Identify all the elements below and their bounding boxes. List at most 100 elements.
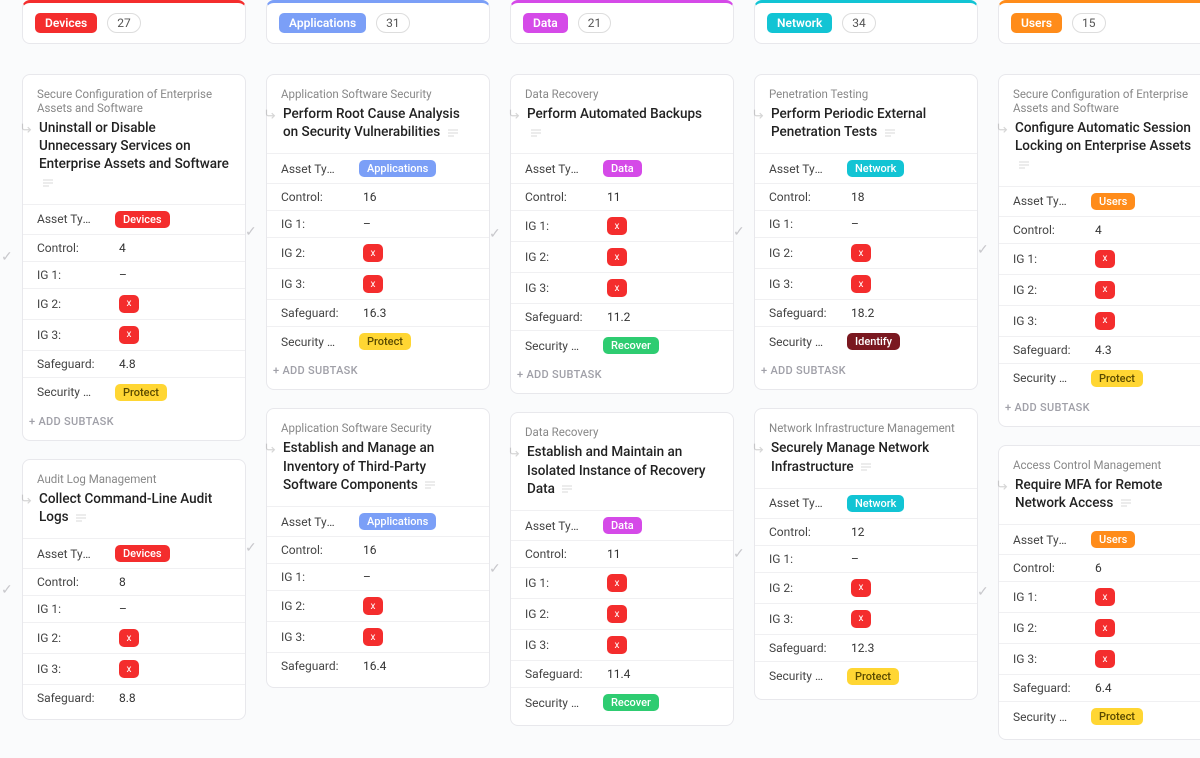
- field-label: Safeguard:: [525, 310, 585, 324]
- field-label: Safeguard:: [769, 306, 829, 320]
- ig-value: –: [103, 602, 127, 616]
- card-field: Control:16: [267, 536, 489, 563]
- column-header[interactable]: Devices27: [22, 0, 246, 44]
- column-badge: Data: [523, 13, 568, 33]
- card-title[interactable]: Establish and Maintain an Isolated Insta…: [527, 443, 719, 498]
- card-field: Control:6: [999, 554, 1200, 581]
- card-field: Safeguard:12.3: [755, 634, 977, 661]
- card-field: IG 2:x: [755, 572, 977, 603]
- task-card[interactable]: ✓Data RecoveryPerform Automated Backups …: [510, 74, 734, 394]
- field-label: Asset Type:: [1013, 194, 1073, 208]
- check-icon[interactable]: ✓: [489, 226, 501, 242]
- check-icon[interactable]: ✓: [245, 540, 257, 556]
- field-label: Security Fu...: [1013, 710, 1073, 724]
- subtask-icon: [263, 441, 277, 455]
- card-field: Control:8: [23, 568, 245, 595]
- card-title[interactable]: Establish and Manage an Inventory of Thi…: [283, 439, 475, 494]
- column-header[interactable]: Data21: [510, 0, 734, 44]
- field-label: IG 1:: [769, 552, 829, 566]
- card-field: Asset Type:Network: [755, 153, 977, 183]
- description-icon: [562, 485, 572, 493]
- field-value: 4.8: [103, 357, 136, 371]
- field-label: Asset Type:: [769, 496, 829, 510]
- field-label: Safeguard:: [281, 306, 341, 320]
- field-label: Control:: [769, 190, 829, 204]
- tag-pill: Protect: [359, 333, 411, 350]
- check-icon[interactable]: ✓: [245, 224, 257, 240]
- task-card[interactable]: ✓Network Infrastructure ManagementSecure…: [754, 408, 978, 699]
- card-title[interactable]: Perform Periodic External Penetration Te…: [771, 105, 963, 141]
- ig-x-chip: x: [363, 244, 383, 262]
- card-title[interactable]: Perform Root Cause Analysis on Security …: [283, 105, 475, 141]
- task-card[interactable]: ✓Application Software SecurityEstablish …: [266, 408, 490, 688]
- task-card[interactable]: ✓Application Software SecurityPerform Ro…: [266, 74, 490, 390]
- field-value: 6.4: [1079, 681, 1112, 695]
- field-value: 8.8: [103, 691, 136, 705]
- subtask-icon: [995, 121, 1009, 135]
- board-column: Users15 ✓Secure Configuration of Enterpri…: [998, 0, 1200, 758]
- ig-value: –: [835, 552, 859, 566]
- add-subtask-button[interactable]: + ADD SUBTASK: [1003, 393, 1200, 418]
- check-icon[interactable]: ✓: [489, 561, 501, 577]
- task-card[interactable]: ✓Data RecoveryEstablish and Maintain an …: [510, 412, 734, 726]
- card-title[interactable]: Perform Automated Backups: [527, 105, 719, 141]
- ig-x-chip: x: [119, 326, 139, 344]
- column-header[interactable]: Network34: [754, 0, 978, 44]
- field-label: IG 3:: [37, 662, 97, 676]
- field-label: IG 2:: [281, 246, 341, 260]
- card-category: Application Software Security: [281, 421, 475, 435]
- card-field: Safeguard:4.3: [999, 336, 1200, 363]
- card-title[interactable]: Uninstall or Disable Unnecessary Service…: [39, 119, 231, 192]
- add-subtask-button[interactable]: + ADD SUBTASK: [759, 356, 963, 381]
- field-label: Security Fu...: [37, 385, 97, 399]
- field-label: Asset Type:: [525, 162, 585, 176]
- field-value: 8: [103, 575, 126, 589]
- card-title[interactable]: Securely Manage Network Infrastructure: [771, 439, 963, 475]
- field-value: 16.3: [347, 306, 386, 320]
- board-column: Network34 ✓Penetration TestingPerform Per…: [754, 0, 978, 758]
- ig-x-chip: x: [1095, 619, 1115, 637]
- field-label: IG 3:: [525, 281, 585, 295]
- description-icon: [425, 481, 435, 489]
- field-label: IG 2:: [769, 581, 829, 595]
- card-field: IG 3: x: [23, 653, 245, 684]
- column-header[interactable]: Applications31: [266, 0, 490, 44]
- field-label: Asset Type:: [769, 162, 829, 176]
- field-value: 16: [347, 190, 377, 204]
- ig-value: –: [835, 217, 859, 231]
- check-icon[interactable]: ✓: [977, 242, 989, 258]
- task-card[interactable]: ✓Secure Configuration of Enterprise Asse…: [998, 74, 1200, 427]
- check-icon[interactable]: ✓: [733, 224, 745, 240]
- card-title[interactable]: Configure Automatic Session Locking on E…: [1015, 119, 1200, 174]
- task-card[interactable]: ✓Secure Configuration of Enterprise Asse…: [22, 74, 246, 441]
- task-card[interactable]: ✓Access Control ManagementRequire MFA fo…: [998, 445, 1200, 740]
- add-subtask-button[interactable]: + ADD SUBTASK: [271, 356, 475, 381]
- check-icon[interactable]: ✓: [1, 249, 13, 265]
- check-icon[interactable]: ✓: [733, 546, 745, 562]
- card-field: Asset Type:Data: [511, 153, 733, 183]
- card-title[interactable]: Require MFA for Remote Network Access: [1015, 476, 1200, 512]
- field-label: Safeguard:: [1013, 343, 1073, 357]
- check-icon[interactable]: ✓: [977, 584, 989, 600]
- column-header[interactable]: Users15: [998, 0, 1200, 44]
- task-card[interactable]: ✓Penetration TestingPerform Periodic Ext…: [754, 74, 978, 390]
- card-field: Safeguard:18.2: [755, 299, 977, 326]
- check-icon[interactable]: ✓: [1, 582, 13, 598]
- field-label: IG 1:: [1013, 252, 1073, 266]
- add-subtask-button[interactable]: + ADD SUBTASK: [515, 360, 719, 385]
- tag-pill: Applications: [359, 160, 436, 177]
- card-field: IG 3:x: [755, 268, 977, 299]
- ig-x-chip: x: [607, 574, 627, 592]
- field-label: Asset Type:: [281, 162, 341, 176]
- field-label: Security Fu...: [281, 335, 341, 349]
- ig-x-chip: x: [119, 660, 139, 678]
- field-label: Security Fu...: [525, 696, 585, 710]
- description-icon: [885, 129, 895, 137]
- card-field: IG 1:x: [511, 210, 733, 241]
- card-title[interactable]: Collect Command-Line Audit Logs: [39, 490, 231, 526]
- card-fields: Asset Type:UsersControl:4IG 1:xIG 2:xIG …: [999, 186, 1200, 393]
- card-field: Control:4: [23, 234, 245, 261]
- add-subtask-button[interactable]: + ADD SUBTASK: [27, 407, 231, 432]
- card-category: Access Control Management: [1013, 458, 1200, 472]
- task-card[interactable]: ✓Audit Log ManagementCollect Command-Lin…: [22, 459, 246, 720]
